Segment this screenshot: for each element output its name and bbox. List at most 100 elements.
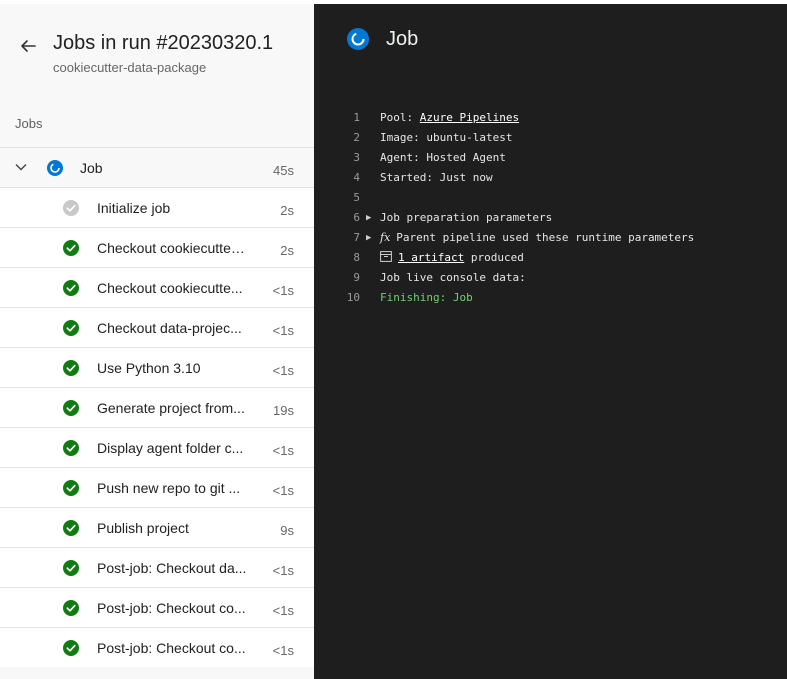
step-row[interactable]: Post-job: Checkout da... <1s (0, 547, 314, 587)
step-duration: 2s (280, 243, 294, 258)
line-content: Started: Just now (380, 171, 493, 184)
step-row[interactable]: Post-job: Checkout co... <1s (0, 627, 314, 667)
step-row[interactable]: Checkout cookiecutter-... 2s (0, 227, 314, 267)
step-name: Checkout cookiecutter-... (97, 240, 247, 256)
step-row[interactable]: Post-job: Checkout co... <1s (0, 587, 314, 627)
step-duration: 19s (273, 403, 294, 418)
check-circle-icon (63, 600, 79, 616)
line-text: Image: ubuntu-latest (380, 128, 512, 148)
job-name: Job (80, 160, 103, 176)
console-line: 2 Image: ubuntu-latest (314, 128, 787, 148)
console-line: 7 ▶ fx Parent pipeline used these runtime p… (314, 228, 787, 248)
line-number: 2 (353, 131, 360, 144)
check-circle-icon (63, 400, 79, 416)
line-content: Pool: (380, 111, 420, 124)
step-row[interactable]: Checkout cookiecutte... <1s (0, 267, 314, 307)
pipeline-name: cookiecutter-data-package (53, 60, 207, 75)
step-duration: 2s (280, 203, 294, 218)
console-log: 1 Pool: Azure Pipelines 2 Image: ubuntu-lat… (314, 108, 787, 308)
detail-title: Job (386, 28, 419, 50)
running-status-icon (347, 28, 369, 50)
step-duration: <1s (272, 483, 294, 498)
line-content: Agent: Hosted Agent (380, 151, 506, 164)
step-name: Post-job: Checkout co... (97, 640, 246, 656)
jobs-panel: Jobs in run #20230320.1 cookiecutter-dat… (0, 4, 314, 679)
step-row[interactable]: Generate project from... 19s (0, 387, 314, 427)
chevron-down-icon[interactable] (14, 160, 28, 174)
line-number: 9 (353, 271, 360, 284)
step-row[interactable]: Display agent folder c... <1s (0, 427, 314, 467)
step-row[interactable]: Checkout data-projec... <1s (0, 307, 314, 347)
console-line: 8 1 artifact produced (314, 248, 787, 268)
step-duration: <1s (272, 643, 294, 658)
job-duration: 45s (273, 163, 294, 178)
line-text: Job live console data: (380, 268, 526, 288)
step-duration: <1s (272, 323, 294, 338)
line-number: 5 (353, 191, 360, 204)
check-circle-icon (63, 560, 79, 576)
check-circle-icon (63, 280, 79, 296)
console-link[interactable]: Azure Pipelines (420, 111, 519, 124)
line-content: Image: ubuntu-latest (380, 131, 513, 144)
line-number: 10 (346, 291, 360, 304)
line-content: Parent pipeline used these runtime param… (396, 231, 695, 244)
line-number: 1 (353, 111, 360, 124)
console-line: 3 Agent: Hosted Agent (314, 148, 787, 168)
job-row[interactable]: Job 45s (0, 147, 314, 187)
back-button[interactable] (16, 34, 40, 58)
running-status-icon (47, 160, 63, 176)
line-content: Finishing: Job (380, 291, 473, 304)
line-text: 1 artifact produced (380, 248, 524, 268)
arrow-left-icon (21, 40, 36, 52)
console-line: 10 Finishing: Job (314, 288, 787, 308)
step-name: Publish project (97, 520, 189, 536)
step-name: Generate project from... (97, 400, 245, 416)
artifact-icon (380, 248, 392, 268)
line-content: produced (464, 251, 524, 264)
expand-triangle-icon[interactable]: ▶ (366, 208, 378, 228)
line-content: Job preparation parameters (380, 211, 553, 224)
step-name: Initialize job (97, 200, 171, 216)
line-number: 6 (353, 211, 360, 224)
check-circle-icon (63, 240, 79, 256)
line-text: Started: Just now (380, 168, 493, 188)
console-line: 9 Job live console data: (314, 268, 787, 288)
line-number: 7 (353, 231, 360, 244)
jobs-list: Job 45s Initialize job 2s Checkout cookiec… (0, 147, 314, 667)
check-circle-icon (63, 640, 79, 656)
check-circle-icon (63, 360, 79, 376)
line-text: Job preparation parameters (380, 208, 552, 228)
step-duration: <1s (272, 363, 294, 378)
step-row[interactable]: Publish project 9s (0, 507, 314, 547)
check-circle-icon (63, 320, 79, 336)
line-text: fx Parent pipeline used these runtime par… (380, 228, 694, 248)
jobs-header: Jobs in run #20230320.1 cookiecutter-dat… (0, 4, 314, 102)
jobs-section-label: Jobs (15, 116, 43, 131)
step-row[interactable]: Use Python 3.10 <1s (0, 347, 314, 387)
page-title: Jobs in run #20230320.1 (53, 32, 274, 54)
line-content: Job live console data: (380, 271, 526, 284)
step-row[interactable]: Initialize job 2s (0, 187, 314, 227)
step-name: Checkout data-projec... (97, 320, 242, 336)
step-name: Use Python 3.10 (97, 360, 201, 376)
check-circle-icon (63, 520, 79, 536)
check-circle-icon (63, 480, 79, 496)
line-text: Agent: Hosted Agent (380, 148, 506, 168)
console-line: 5 (314, 188, 787, 208)
step-name: Checkout cookiecutte... (97, 280, 243, 296)
console-link[interactable]: 1 artifact (398, 251, 464, 264)
console-line: 6 ▶ Job preparation parameters (314, 208, 787, 228)
line-number: 4 (353, 171, 360, 184)
step-name: Push new repo to git ... (97, 480, 241, 496)
line-number: 8 (353, 251, 360, 264)
job-detail-panel: Job 1 Pool: Azure Pipelines 2 Image: ubuntu… (314, 4, 787, 679)
step-duration: <1s (272, 283, 294, 298)
step-duration: 9s (280, 523, 294, 538)
line-number: 3 (353, 151, 360, 164)
step-name: Post-job: Checkout co... (97, 600, 246, 616)
step-duration: <1s (272, 443, 294, 458)
expand-triangle-icon[interactable]: ▶ (366, 228, 378, 248)
step-row[interactable]: Push new repo to git ... <1s (0, 467, 314, 507)
console-line: 1 Pool: Azure Pipelines (314, 108, 787, 128)
check-circle-icon (63, 440, 79, 456)
